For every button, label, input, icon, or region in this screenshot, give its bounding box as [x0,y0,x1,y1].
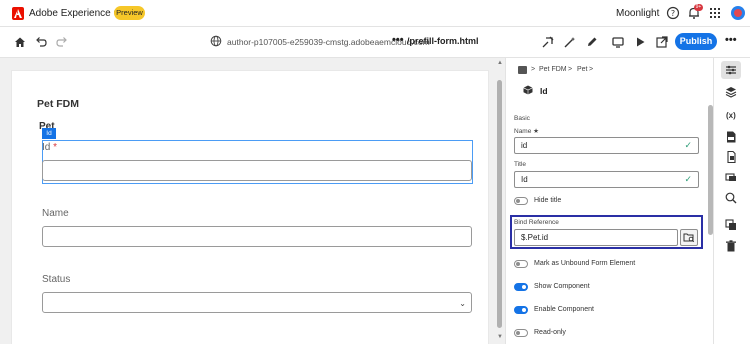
scroll-up-icon[interactable]: ▲ [497,60,503,66]
read-only-toggle[interactable] [514,329,528,337]
right-rail: (x) [713,58,750,344]
name-label: Name ★ [514,128,539,135]
id-field-label: Id * [42,142,58,153]
component-cube-icon [523,85,533,95]
comments-tab[interactable] [721,169,741,187]
status-select[interactable]: ⌄ [42,292,472,313]
breadcrumb-separator: > [589,66,594,73]
bind-reference-input[interactable]: $.Pet.id [514,229,678,246]
trash-icon [726,240,736,252]
bind-reference-label: Bind Reference [514,219,559,226]
hide-title-toggle[interactable] [514,197,528,205]
layers-icon [725,87,737,98]
copy-tab[interactable] [721,216,741,234]
id-input[interactable] [42,160,472,181]
canvas-scroll-thumb[interactable] [497,80,502,328]
document-pdf-icon [727,131,736,143]
content-tree-tab[interactable] [721,83,741,101]
breadcrumb-pet[interactable]: Pet [577,66,588,73]
page-path[interactable]: /prefill-form.html [407,36,479,46]
device-preview-icon[interactable] [611,35,625,49]
edit-pencil-icon[interactable] [585,35,599,49]
hide-title-label: Hide title [534,197,562,204]
form-icon [518,66,527,74]
user-avatar[interactable] [731,6,745,20]
more-actions-button[interactable]: ••• [725,34,737,46]
top-bar: Adobe Experience Cloud Preview Moonlight… [0,0,750,27]
copy-icon [725,219,736,230]
data-source-tab[interactable] [721,148,741,166]
home-icon[interactable] [13,35,27,49]
name-field[interactable]: id ✓ [514,137,699,154]
find-tab[interactable] [721,189,741,207]
check-icon: ✓ [684,174,692,184]
variables-icon: (x) [726,111,736,120]
data-source-icon [727,150,736,164]
show-component-toggle[interactable] [514,283,528,291]
folder-search-icon [683,233,695,243]
delete-button[interactable] [721,237,741,255]
org-switcher[interactable]: Moonlight [616,8,659,19]
chat-icon [725,173,736,181]
rule-editor-icon[interactable] [541,35,555,49]
canvas-scrollbar[interactable]: ▲ ▼ [497,58,503,344]
status-field-label: Status [42,274,71,285]
open-external-icon[interactable] [655,35,669,49]
title-field[interactable]: Id ✓ [514,171,699,188]
adobe-logo-icon[interactable] [12,7,24,20]
bind-reference-browse-button[interactable] [680,229,698,246]
title-label: Title [514,161,527,168]
redo-icon[interactable] [55,35,69,49]
variables-tab[interactable]: (x) [721,108,741,126]
scroll-down-icon[interactable]: ▼ [497,334,503,340]
name-field-label: Name [42,208,69,219]
selected-component-name: Id [540,86,548,96]
show-component-label: Show Component [534,283,590,290]
play-icon[interactable] [633,35,647,49]
chevron-down-icon: ⌄ [459,299,466,308]
properties-icon [726,65,736,75]
editor-toolbar: author-p107005-e259039-cmstg.adobeaemclo… [0,27,750,58]
enable-component-toggle[interactable] [514,306,528,314]
selected-field-tag: Id [42,128,56,139]
properties-panel: > Pet FDM > Pet > Id Basic Name ★ id ✓ T… [505,58,713,344]
url-more-button[interactable]: ••• [392,34,404,46]
apps-grid-icon[interactable] [708,6,722,20]
help-icon[interactable]: ? [666,6,680,20]
unbound-toggle[interactable] [514,260,528,268]
undo-icon[interactable] [34,35,48,49]
breadcrumb-pet-fdm[interactable]: Pet FDM [539,66,567,73]
globe-icon [210,35,224,49]
search-icon [725,192,737,204]
enable-component-label: Enable Component [534,306,594,313]
section-basic-label: Basic [514,115,530,122]
form-canvas: Pet FDM Pet Id Id * Name Status ⌄ [0,58,505,344]
svg-text:?: ? [671,9,675,18]
breadcrumb-separator: > [568,66,573,73]
read-only-label: Read-only [534,329,566,336]
notification-badge: 9+ [694,4,703,11]
publish-button[interactable]: Publish [675,33,717,50]
form-title[interactable]: Pet FDM [37,98,79,110]
check-icon: ✓ [684,140,692,150]
pdf-tab[interactable] [721,128,741,146]
name-input[interactable] [42,226,472,247]
magic-wand-icon[interactable] [563,35,577,49]
breadcrumb-separator: > [531,66,536,73]
form-preview: Pet FDM Pet Id Id * Name Status ⌄ [11,70,489,344]
preview-badge: Preview [114,6,145,20]
properties-tab[interactable] [721,61,741,79]
unbound-label: Mark as Unbound Form Element [534,260,636,267]
